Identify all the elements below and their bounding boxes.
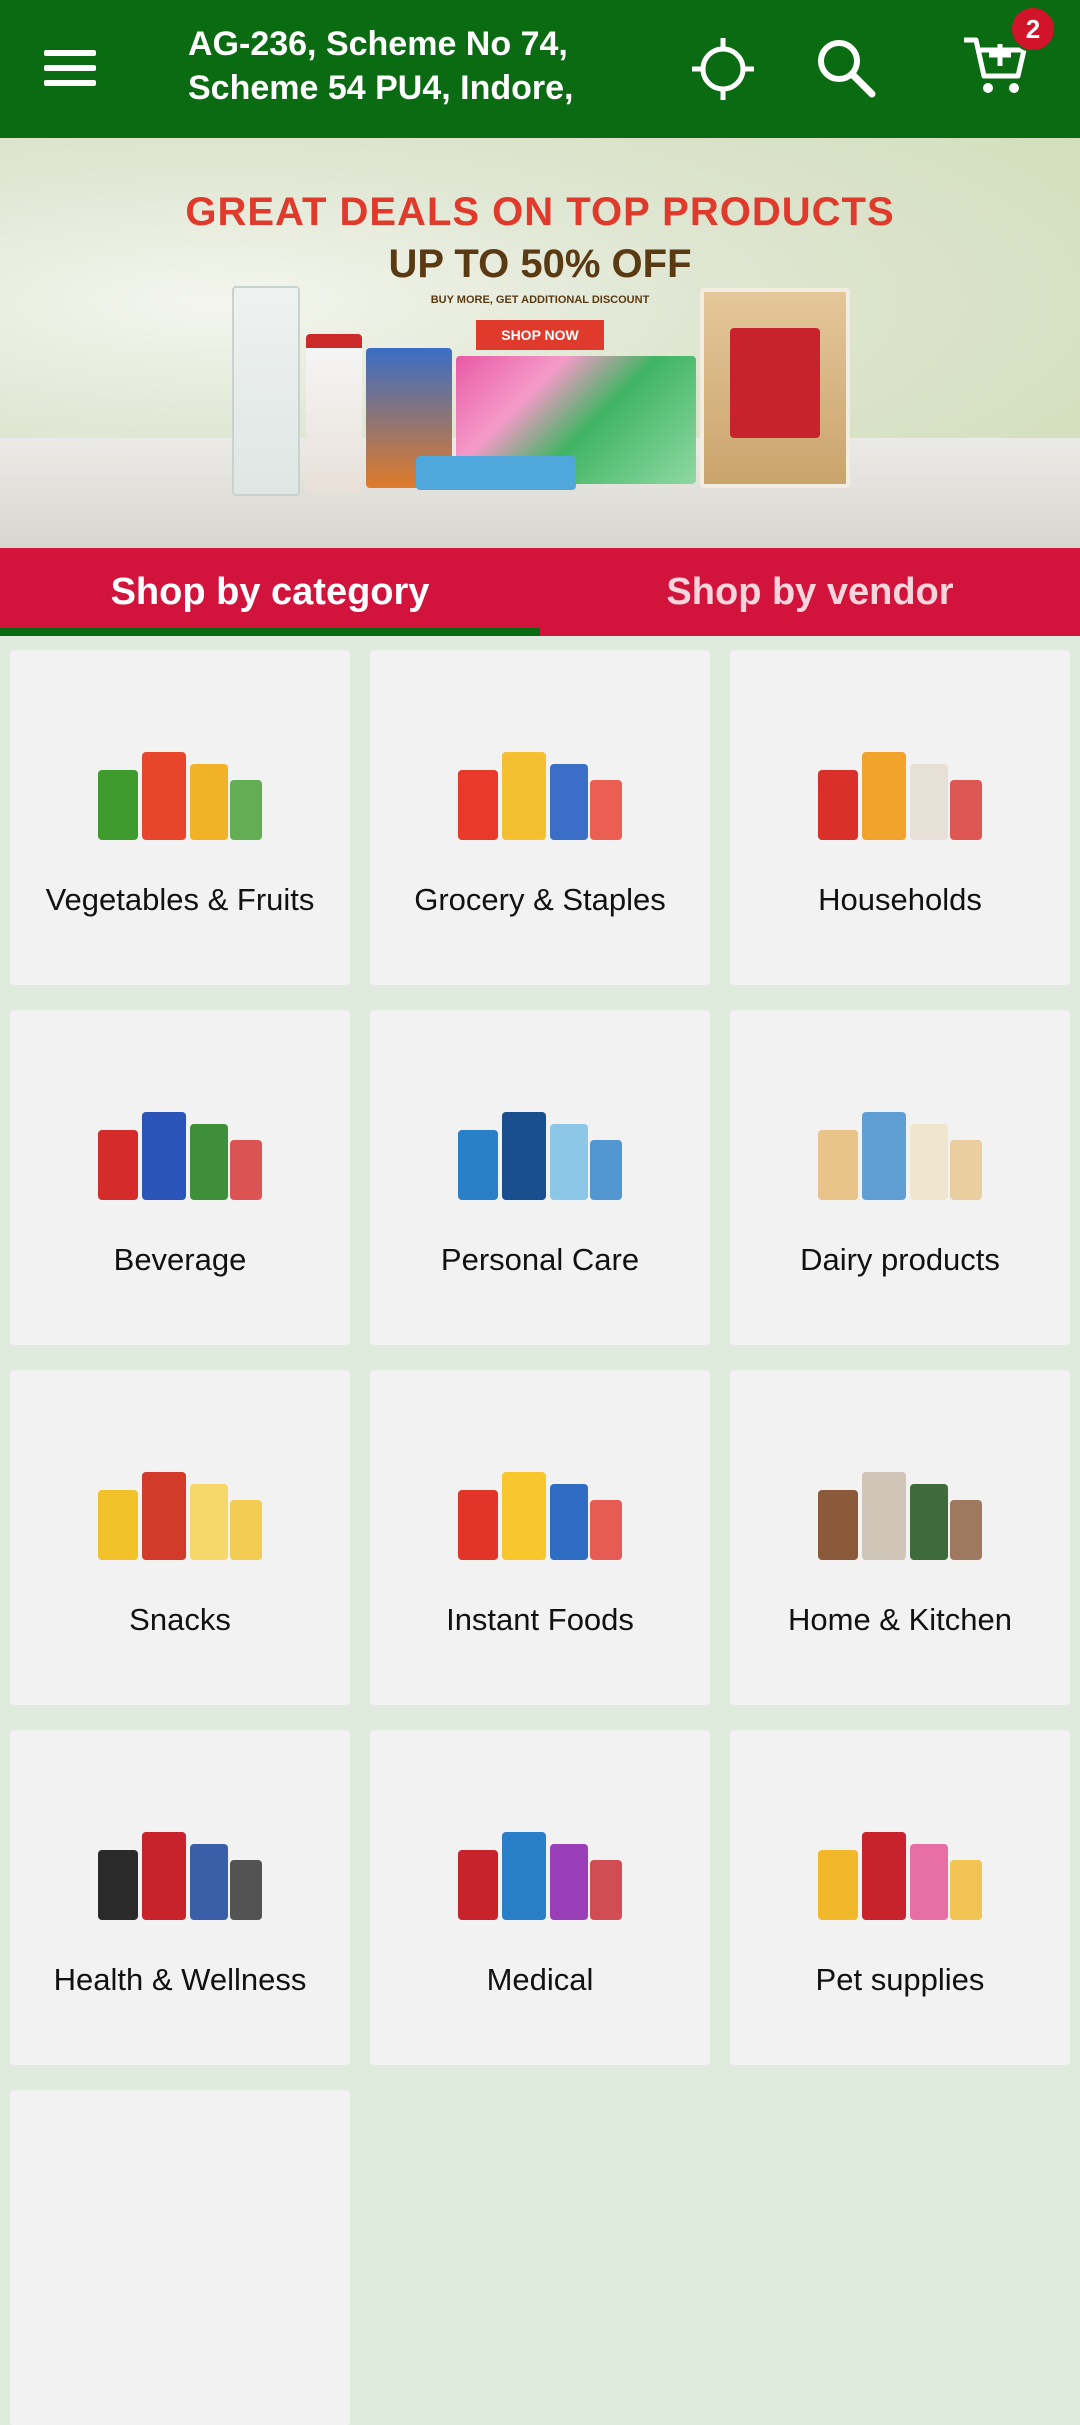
banner-title: GREAT DEALS ON TOP PRODUCTS (185, 190, 895, 234)
category-card-partial[interactable] (10, 2090, 350, 2425)
beverage-image (98, 1112, 262, 1200)
category-label: Home & Kitchen (788, 1602, 1012, 1637)
instant-foods-image (458, 1472, 622, 1560)
grocery-staples-image (458, 752, 622, 840)
shop-now-button[interactable]: SHOP NOW (476, 320, 604, 350)
category-card[interactable]: Grocery & Staples (370, 650, 710, 985)
category-card[interactable]: Health & Wellness (10, 1730, 350, 2065)
banner-subtitle: UP TO 50% OFF (388, 242, 692, 286)
dairy-products-image (818, 1112, 982, 1200)
menu-icon[interactable] (44, 40, 100, 96)
app-bar: AG-236, Scheme No 74, Scheme 54 PU4, Ind… (0, 0, 1080, 138)
cart-count-badge: 2 (1010, 6, 1056, 52)
banner-fineprint: BUY MORE, GET ADDITIONAL DISCOUNT (430, 294, 650, 306)
tab-shop-by-category[interactable]: Shop by category (0, 548, 540, 636)
category-label: Households (818, 882, 982, 917)
category-label: Beverage (113, 1242, 247, 1277)
category-card[interactable]: Instant Foods (370, 1370, 710, 1705)
active-tab-indicator (0, 628, 540, 636)
personal-care-image (458, 1112, 622, 1200)
promo-banner[interactable]: GREAT DEALS ON TOP PRODUCTS UP TO 50% OF… (0, 138, 1080, 548)
category-label: Snacks (129, 1602, 231, 1637)
pet-supplies-image (818, 1832, 982, 1920)
category-card[interactable]: Dairy products (730, 1010, 1070, 1345)
health-wellness-image (98, 1832, 262, 1920)
category-card[interactable]: Snacks (10, 1370, 350, 1705)
tab-shop-by-vendor[interactable]: Shop by vendor (540, 548, 1080, 636)
toothpaste-image (416, 456, 576, 490)
category-label: Health & Wellness (53, 1962, 307, 1997)
hand-wash-bottle-image (232, 286, 300, 496)
address-line-1: AG-236, Scheme No 74, (188, 25, 568, 63)
home-kitchen-image (818, 1472, 982, 1560)
category-label: Medical (486, 1962, 594, 1997)
category-card[interactable]: Medical (370, 1730, 710, 2065)
category-card[interactable]: Beverage (10, 1010, 350, 1345)
atta-bag-label (730, 328, 820, 438)
locate-icon[interactable] (690, 36, 756, 102)
medical-image (458, 1832, 622, 1920)
category-card[interactable]: Personal Care (370, 1010, 710, 1345)
snacks-image (98, 1472, 262, 1560)
category-card[interactable]: Vegetables & Fruits (10, 650, 350, 985)
vegetables-fruits-image (98, 752, 262, 840)
category-label: Personal Care (440, 1242, 640, 1277)
category-label: Pet supplies (815, 1962, 985, 1997)
category-label: Vegetables & Fruits (45, 882, 315, 917)
category-label: Grocery & Staples (414, 882, 666, 917)
address-line-2: Scheme 54 PU4, Indore, (188, 69, 574, 107)
households-image (818, 752, 982, 840)
shop-tabs: Shop by category Shop by vendor (0, 548, 1080, 636)
category-label: Instant Foods (446, 1602, 634, 1637)
category-label: Dairy products (800, 1242, 1000, 1277)
shampoo-bottle-image (306, 334, 362, 494)
delivery-address[interactable]: AG-236, Scheme No 74, Scheme 54 PU4, Ind… (188, 22, 628, 110)
search-icon[interactable] (812, 34, 878, 100)
category-card[interactable]: Pet supplies (730, 1730, 1070, 2065)
category-card[interactable]: Households (730, 650, 1070, 985)
category-card[interactable]: Home & Kitchen (730, 1370, 1070, 1705)
